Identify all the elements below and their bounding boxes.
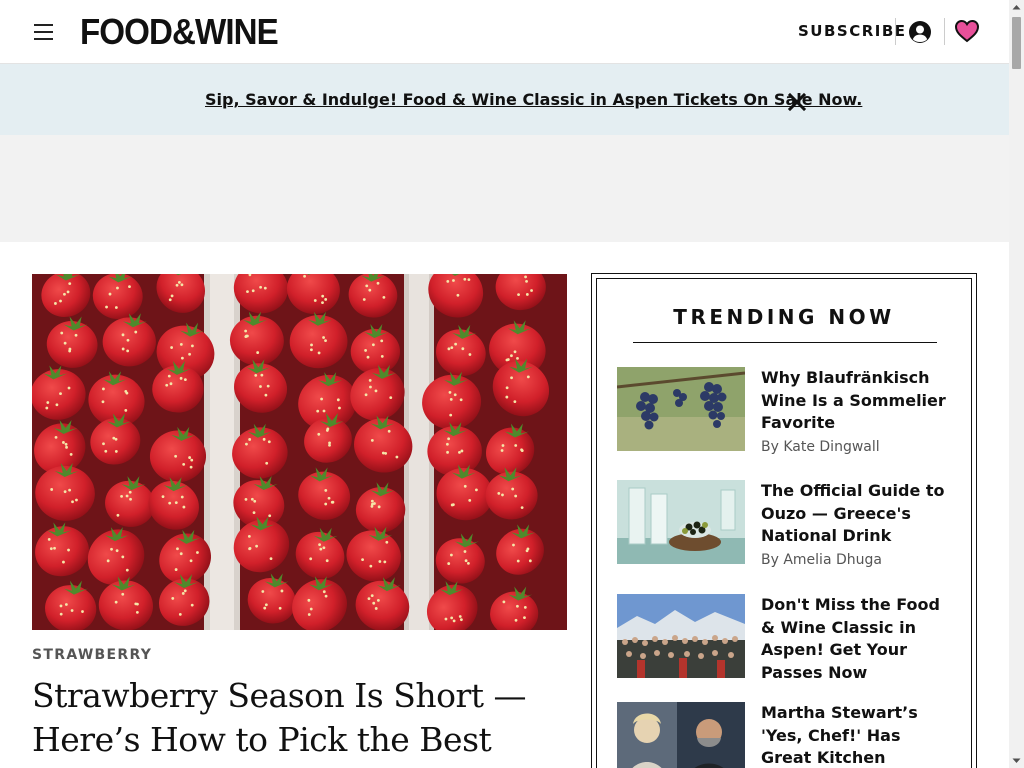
hero-image-strawberries[interactable] xyxy=(32,274,567,630)
trending-thumb-martha-stewart xyxy=(617,702,745,768)
trending-headline: Martha Stewart’s 'Yes, Chef!' Has Great … xyxy=(761,703,918,767)
scroll-up-arrow-icon[interactable] xyxy=(1009,0,1024,15)
promo-banner: Sip, Savor & Indulge! Food & Wine Classi… xyxy=(0,64,1009,135)
promo-banner-link[interactable]: Sip, Savor & Indulge! Food & Wine Classi… xyxy=(205,90,862,109)
menu-icon[interactable] xyxy=(34,24,54,40)
header-divider xyxy=(944,18,945,45)
header-divider xyxy=(895,18,896,45)
trending-headline: Why Blaufränkisch Wine Is a Sommelier Fa… xyxy=(761,368,946,432)
strawberry-photo xyxy=(32,274,567,630)
account-icon[interactable] xyxy=(908,20,932,44)
trending-byline: By Amelia Dhuga xyxy=(761,552,882,568)
scroll-down-arrow-icon[interactable] xyxy=(1009,753,1024,768)
site-header: FOOD&WINE SUBSCRIBE xyxy=(0,0,1009,64)
trending-thumb-aspen-crowd xyxy=(617,594,745,678)
trending-title: TRENDING NOW xyxy=(673,305,895,329)
scrollbar-thumb[interactable] xyxy=(1012,17,1021,69)
ad-placeholder xyxy=(0,135,1009,242)
page-scrollbar[interactable] xyxy=(1009,0,1024,768)
hero-category[interactable]: STRAWBERRY xyxy=(32,647,152,663)
trending-thumb-ouzo xyxy=(617,480,745,564)
subscribe-link[interactable]: SUBSCRIBE xyxy=(798,22,907,40)
heart-icon[interactable] xyxy=(954,18,980,44)
page: FOOD&WINE SUBSCRIBE Sip, Savor & Indulge… xyxy=(0,0,1009,768)
trending-rule xyxy=(633,342,937,343)
trending-byline: By Kate Dingwall xyxy=(761,439,880,455)
site-logo[interactable]: FOOD&WINE xyxy=(80,12,279,52)
hero-title[interactable]: Strawberry Season Is Short — Here’s How … xyxy=(32,674,572,762)
close-icon[interactable] xyxy=(787,92,807,112)
trending-inner-frame: TRENDING NOW Why Blaufränkisch Wine Is a… xyxy=(596,278,972,768)
trending-headline: The Official Guide to Ouzo — Greece's Na… xyxy=(761,481,945,545)
trending-now-box: TRENDING NOW Why Blaufränkisch Wine Is a… xyxy=(591,273,977,768)
trending-headline: Don't Miss the Food & Wine Classic in As… xyxy=(761,595,940,682)
trending-thumb-grapes xyxy=(617,367,745,451)
